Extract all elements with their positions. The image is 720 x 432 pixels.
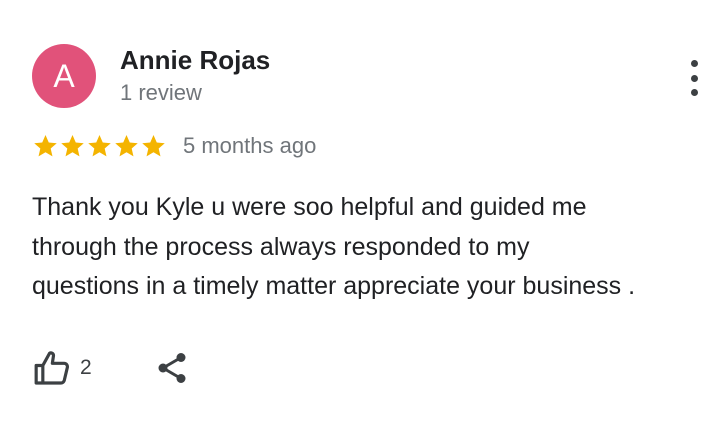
review-date: 5 months ago <box>183 133 317 158</box>
star-icon <box>61 134 84 156</box>
like-count: 2 <box>80 356 92 379</box>
star-icon <box>115 134 138 156</box>
share-button[interactable] <box>152 348 192 388</box>
star-icon <box>142 134 165 156</box>
share-icon <box>158 353 186 383</box>
more-options-button[interactable] <box>680 56 708 100</box>
review-actions: 2 <box>32 346 192 390</box>
star-icon <box>34 134 57 156</box>
like-button[interactable]: 2 <box>32 348 92 388</box>
rating-row: 5 months ago <box>32 131 316 161</box>
star-rating <box>32 133 167 160</box>
reviewer-name[interactable]: Annie Rojas <box>120 45 270 76</box>
more-vert-icon <box>690 60 698 67</box>
avatar[interactable]: A <box>32 44 96 108</box>
review-count: 1 review <box>120 80 202 105</box>
star-icon <box>88 134 111 156</box>
review-text: Thank you Kyle u were soo helpful and gu… <box>32 193 636 300</box>
review-card: A Annie Rojas 1 review 5 months ago Than… <box>0 0 720 432</box>
thumbs-up-icon <box>34 351 70 385</box>
avatar-initial: A <box>53 57 75 94</box>
